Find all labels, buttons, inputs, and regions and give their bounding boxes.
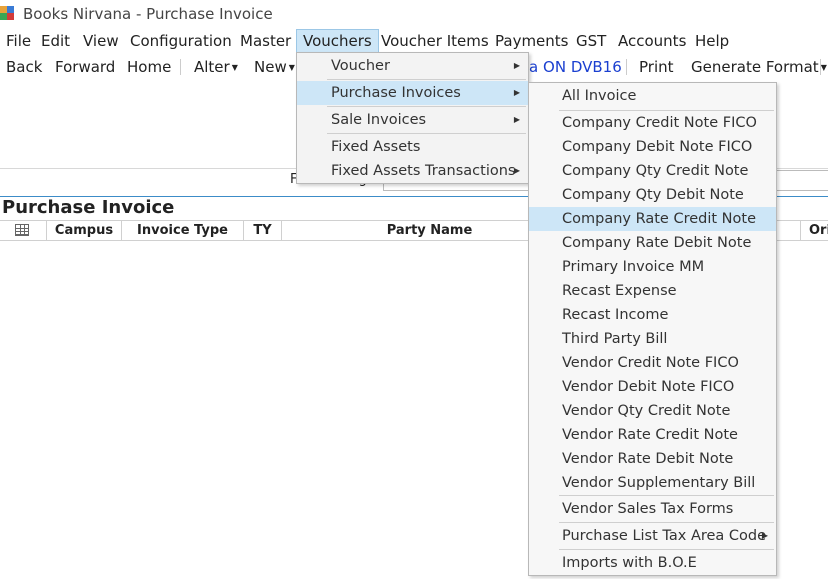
submenu-item-purchase-list-tax-area-code[interactable]: Purchase List Tax Area Code ▶ (529, 524, 776, 548)
submenu-item-primary-invoice-mm[interactable]: Primary Invoice MM (529, 255, 776, 279)
caret-down-icon: ▼ (288, 62, 295, 72)
print-button[interactable]: Print (639, 55, 674, 79)
home-button[interactable]: Home (127, 55, 171, 79)
new-label: New (254, 58, 287, 76)
submenu-item-company-qty-debit-note[interactable]: Company Qty Debit Note (529, 183, 776, 207)
forward-button[interactable]: Forward (55, 55, 115, 79)
submenu-item-vendor-sales-tax-forms[interactable]: Vendor Sales Tax Forms (529, 497, 776, 521)
menu-item-purchase-invoices[interactable]: Purchase Invoices ▶ (297, 81, 528, 105)
submenu-item-recast-expense[interactable]: Recast Expense (529, 279, 776, 303)
submenu-item-all-invoice[interactable]: All Invoice (529, 84, 776, 108)
submenu-arrow-icon: ▶ (513, 166, 520, 175)
menu-item-label: Purchase Invoices (331, 85, 461, 101)
menu-edit[interactable]: Edit (35, 29, 76, 53)
grid-columns-icon (15, 224, 29, 236)
menu-accounts[interactable]: Accounts (612, 29, 692, 53)
purchase-invoices-submenu: All Invoice Company Credit Note FICO Com… (528, 82, 777, 576)
menu-configuration[interactable]: Configuration (124, 29, 238, 53)
back-button[interactable]: Back (6, 55, 42, 79)
find-toolbar-edge (776, 170, 828, 191)
submenu-item-company-debit-note-fico[interactable]: Company Debit Note FICO (529, 135, 776, 159)
alter-button[interactable]: Alter ▼ (194, 55, 238, 79)
menu-item-fixed-assets-transactions[interactable]: Fixed Assets Transactions ▶ (297, 159, 528, 183)
menu-item-fixed-assets[interactable]: Fixed Assets (297, 135, 528, 159)
menu-item-label: Fixed Assets (331, 139, 421, 155)
submenu-item-third-party-bill[interactable]: Third Party Bill (529, 327, 776, 351)
caret-down-icon: ▼ (231, 62, 238, 72)
submenu-item-vendor-rate-debit-note[interactable]: Vendor Rate Debit Note (529, 447, 776, 471)
menu-item-label: Sale Invoices (331, 112, 427, 128)
submenu-arrow-icon: ▶ (513, 88, 520, 97)
column-header-ty[interactable]: TY (244, 221, 282, 240)
submenu-arrow-icon: ▶ (513, 115, 520, 124)
submenu-item-vendor-debit-note-fico[interactable]: Vendor Debit Note FICO (529, 375, 776, 399)
menu-master[interactable]: Master (234, 29, 297, 53)
caret-down-icon: ▼ (820, 62, 827, 72)
menu-item-voucher[interactable]: Voucher ▶ (297, 54, 528, 78)
menu-separator (327, 106, 526, 107)
menu-bar: File Edit View Configuration Master Vouc… (0, 29, 828, 53)
menu-gst[interactable]: GST (570, 29, 612, 53)
menu-payments[interactable]: Payments (489, 29, 574, 53)
column-chooser[interactable] (0, 221, 47, 240)
menu-file[interactable]: File (0, 29, 37, 53)
menu-item-sale-invoices[interactable]: Sale Invoices ▶ (297, 108, 528, 132)
submenu-item-vendor-rate-credit-note[interactable]: Vendor Rate Credit Note (529, 423, 776, 447)
vouchers-dropdown: Voucher ▶ Purchase Invoices ▶ Sale Invoi… (296, 52, 529, 184)
column-header-invoice-type[interactable]: Invoice Type (122, 221, 244, 240)
column-header-campus[interactable]: Campus (47, 221, 122, 240)
menu-separator (327, 133, 526, 134)
menu-view[interactable]: View (77, 29, 125, 53)
submenu-item-company-credit-note-fico[interactable]: Company Credit Note FICO (529, 111, 776, 135)
page-title: Purchase Invoice (2, 197, 175, 218)
submenu-item-vendor-qty-credit-note[interactable]: Vendor Qty Credit Note (529, 399, 776, 423)
submenu-arrow-icon: ▶ (513, 61, 520, 70)
menu-vouchers[interactable]: Vouchers (296, 29, 379, 53)
toolbar-divider (820, 59, 821, 75)
menu-separator (559, 549, 774, 550)
new-button[interactable]: New ▼ (254, 55, 295, 79)
app-logo-icon (0, 6, 14, 20)
title-bar: Books Nirvana - Purchase Invoice (0, 0, 828, 28)
menu-item-label: Voucher (331, 58, 390, 74)
submenu-item-company-rate-debit-note[interactable]: Company Rate Debit Note (529, 231, 776, 255)
window-title: Books Nirvana - Purchase Invoice (23, 5, 273, 23)
toolbar-divider (626, 59, 627, 75)
submenu-item-company-rate-credit-note[interactable]: Company Rate Credit Note (529, 207, 776, 231)
menu-item-label: Purchase List Tax Area Code (562, 528, 767, 544)
quota-link[interactable]: ota ON DVB16 (514, 55, 622, 79)
menu-voucher-items[interactable]: Voucher Items (375, 29, 495, 53)
submenu-arrow-icon: ▶ (761, 531, 768, 540)
toolbar-divider (180, 59, 181, 75)
menu-separator (559, 522, 774, 523)
menu-help[interactable]: Help (689, 29, 735, 53)
submenu-item-vendor-credit-note-fico[interactable]: Vendor Credit Note FICO (529, 351, 776, 375)
submenu-item-recast-income[interactable]: Recast Income (529, 303, 776, 327)
menu-separator (327, 79, 526, 80)
alter-label: Alter (194, 58, 230, 76)
submenu-item-company-qty-credit-note[interactable]: Company Qty Credit Note (529, 159, 776, 183)
submenu-item-imports-with-boe[interactable]: Imports with B.O.E (529, 551, 776, 575)
generate-format-label: Generate Format (691, 58, 819, 76)
generate-format-button[interactable]: Generate Format ▼ (691, 55, 827, 79)
submenu-item-vendor-supplementary-bill[interactable]: Vendor Supplementary Bill (529, 471, 776, 495)
menu-separator (559, 495, 774, 496)
column-header-ori[interactable]: Ori (800, 221, 828, 240)
menu-item-label: Fixed Assets Transactions (331, 163, 516, 179)
